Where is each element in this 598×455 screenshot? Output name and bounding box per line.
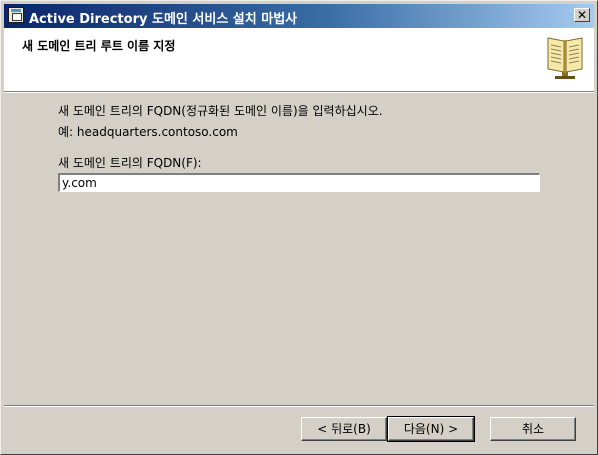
back-button[interactable]: < 뒤로(B) bbox=[301, 417, 387, 441]
book-icon bbox=[547, 37, 583, 79]
wizard-window: Active Directory 도메인 서비스 설치 마법사 ✕ 새 도메인 … bbox=[0, 0, 598, 455]
next-button[interactable]: 다음(N) > bbox=[387, 416, 475, 442]
wizard-body: 새 도메인 트리의 FQDN(정규화된 도메인 이름)을 입력하십시오. 예: … bbox=[4, 93, 594, 405]
app-icon bbox=[8, 7, 24, 23]
close-button[interactable]: ✕ bbox=[574, 8, 590, 22]
instruction-text: 새 도메인 트리의 FQDN(정규화된 도메인 이름)을 입력하십시오. bbox=[58, 104, 383, 118]
example-text: 예: headquarters.contoso.com bbox=[58, 125, 238, 139]
wizard-header: 새 도메인 트리 루트 이름 지정 bbox=[4, 28, 594, 92]
fqdn-label: 새 도메인 트리의 FQDN(F): bbox=[58, 156, 202, 170]
cancel-button[interactable]: 취소 bbox=[490, 417, 576, 441]
page-title: 새 도메인 트리 루트 이름 지정 bbox=[22, 39, 176, 53]
window-title: Active Directory 도메인 서비스 설치 마법사 bbox=[29, 12, 298, 27]
title-bar[interactable]: Active Directory 도메인 서비스 설치 마법사 ✕ bbox=[4, 4, 594, 28]
fqdn-input[interactable] bbox=[57, 172, 541, 193]
footer-divider bbox=[4, 405, 594, 407]
close-icon: ✕ bbox=[576, 8, 588, 22]
